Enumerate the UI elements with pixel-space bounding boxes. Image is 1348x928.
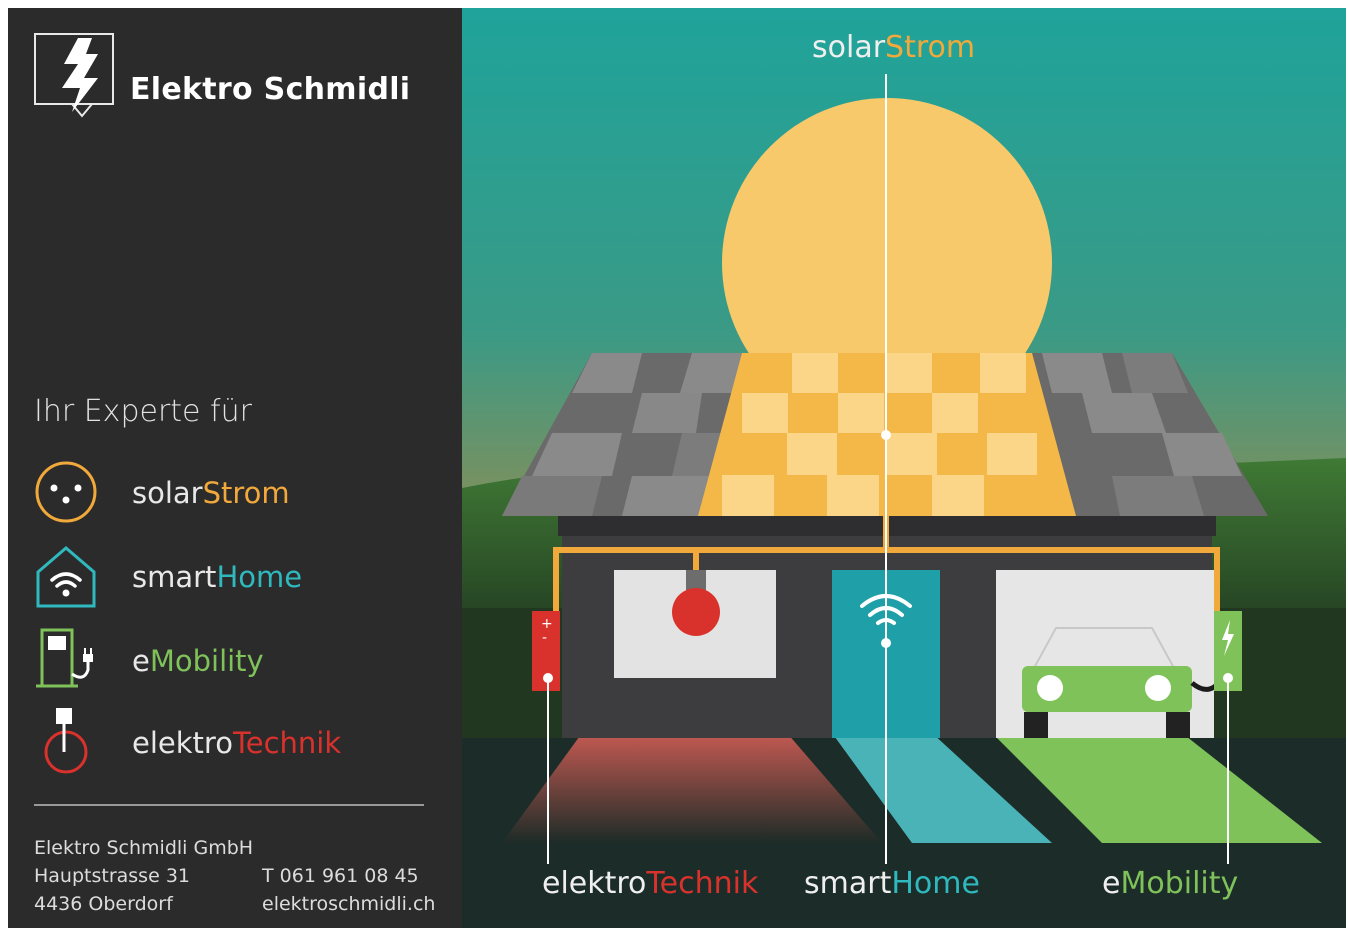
car-headlight: [1145, 675, 1171, 701]
phone-number[interactable]: T 061 961 08 45: [262, 862, 435, 890]
power-icon: [44, 708, 88, 774]
smart-home-wifi-icon: [36, 546, 96, 608]
sidebar: Elektro Schmidli Ihr Experte für solarSt…: [8, 8, 462, 928]
brand-name: Elektro Schmidli: [130, 72, 411, 107]
solar-plug-icon: [35, 461, 97, 523]
label-solarstrom: solarStrom: [812, 30, 976, 65]
divider: [34, 804, 424, 806]
label-emobility: eMobility: [1102, 866, 1239, 901]
car-wheel: [1024, 712, 1048, 738]
company-name: Elektro Schmidli GmbH: [34, 837, 254, 859]
street: Hauptstrasse 31: [34, 865, 190, 887]
car-headlight: [1037, 675, 1063, 701]
car-roof: [1032, 627, 1176, 669]
house-illustration: + - solarStrom elektroTechnik smartHome …: [462, 8, 1346, 928]
lamp-socket: [686, 570, 706, 590]
service-emobility[interactable]: eMobility: [32, 626, 452, 696]
service-smarthome[interactable]: smartHome: [32, 542, 452, 612]
service-label: solarStrom: [132, 476, 290, 510]
label-smarthome: smartHome: [804, 866, 980, 901]
svg-text:-: -: [542, 630, 547, 646]
service-elektrotechnik[interactable]: elektroTechnik: [32, 708, 452, 778]
illustration-canvas: + -: [462, 8, 1346, 928]
website-link[interactable]: elektroschmidli.ch: [262, 890, 435, 918]
contact-address: Elektro Schmidli GmbH Hauptstrasse 31 44…: [34, 834, 253, 918]
city: 4436 Oberdorf: [34, 893, 173, 915]
car-wheel: [1166, 712, 1190, 738]
service-solarstrom[interactable]: solarStrom: [32, 458, 452, 528]
label-elektrotechnik: elektroTechnik: [542, 866, 759, 901]
service-label: elektroTechnik: [132, 726, 342, 760]
lightning-logo-icon: [34, 33, 114, 118]
service-label: smartHome: [132, 560, 303, 594]
service-label: eMobility: [132, 644, 264, 678]
contact-details: T 061 961 08 45 elektroschmidli.ch: [262, 862, 435, 918]
lamp-bulb: [672, 588, 720, 636]
charging-station-icon: [36, 628, 93, 688]
intro-heading: Ihr Experte für: [34, 394, 252, 429]
